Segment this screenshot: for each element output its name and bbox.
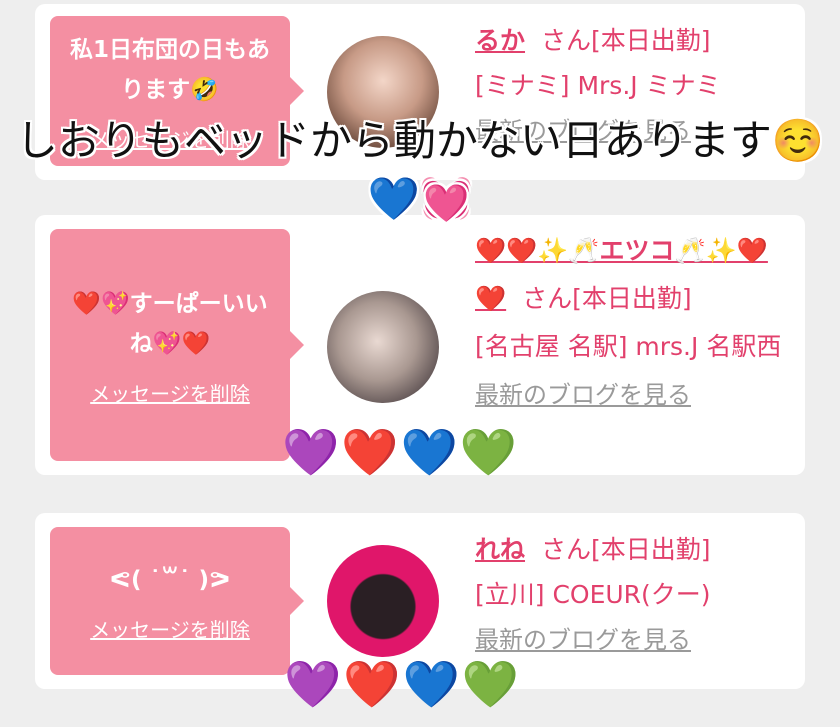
status-label: さん[本日出勤] (541, 535, 711, 564)
message-bubble: ❤️💖すーぱーいいね💖❤️ メッセージを削除 (50, 229, 304, 461)
blog-link[interactable]: 最新のブログを見る (475, 626, 691, 654)
status-label: さん[本日出勤] (522, 284, 692, 313)
status-label: さん[本日出勤] (541, 26, 711, 55)
message-text: ᕙ( ˙꒳˙ )ᕗ (109, 566, 231, 593)
overlay-caption: しおりもベッドから動かない日あります☺️💙💓 (15, 116, 825, 223)
delete-message-link[interactable]: メッセージを削除 (90, 614, 250, 643)
profile-info: れね さん[本日出勤] [立川] COEUR(クー) 最新のブログを見る (475, 527, 795, 663)
shop-label: [立川] COEUR(クー) (475, 580, 711, 609)
delete-message-link[interactable]: メッセージを削除 (90, 378, 250, 407)
blog-link[interactable]: 最新のブログを見る (475, 381, 691, 409)
profile-name-link[interactable]: れね (475, 535, 525, 564)
shop-label: [名古屋 名駅] mrs.J 名駅西 (475, 332, 782, 361)
hearts-sticker-bottom: 💜❤️💙💚 (284, 657, 522, 711)
message-text: ❤️💖すーぱーいいね💖❤️ (72, 290, 268, 357)
hearts-sticker-top: 💜❤️💙💚 (282, 425, 520, 479)
shop-label: [ミナミ] Mrs.J ミナミ (475, 71, 721, 100)
message-bubble: ᕙ( ˙꒳˙ )ᕗ メッセージを削除 (50, 527, 304, 675)
message-text: 私1日布団の日もあります🤣 (69, 36, 270, 103)
profile-info: ❤️❤️✨🥂エツコ🥂✨❤️❤️ さん[本日出勤] [名古屋 名駅] mrs.J 名… (475, 227, 795, 419)
avatar[interactable] (327, 545, 439, 657)
profile-name-link[interactable]: るか (475, 26, 525, 55)
avatar[interactable] (327, 291, 439, 403)
